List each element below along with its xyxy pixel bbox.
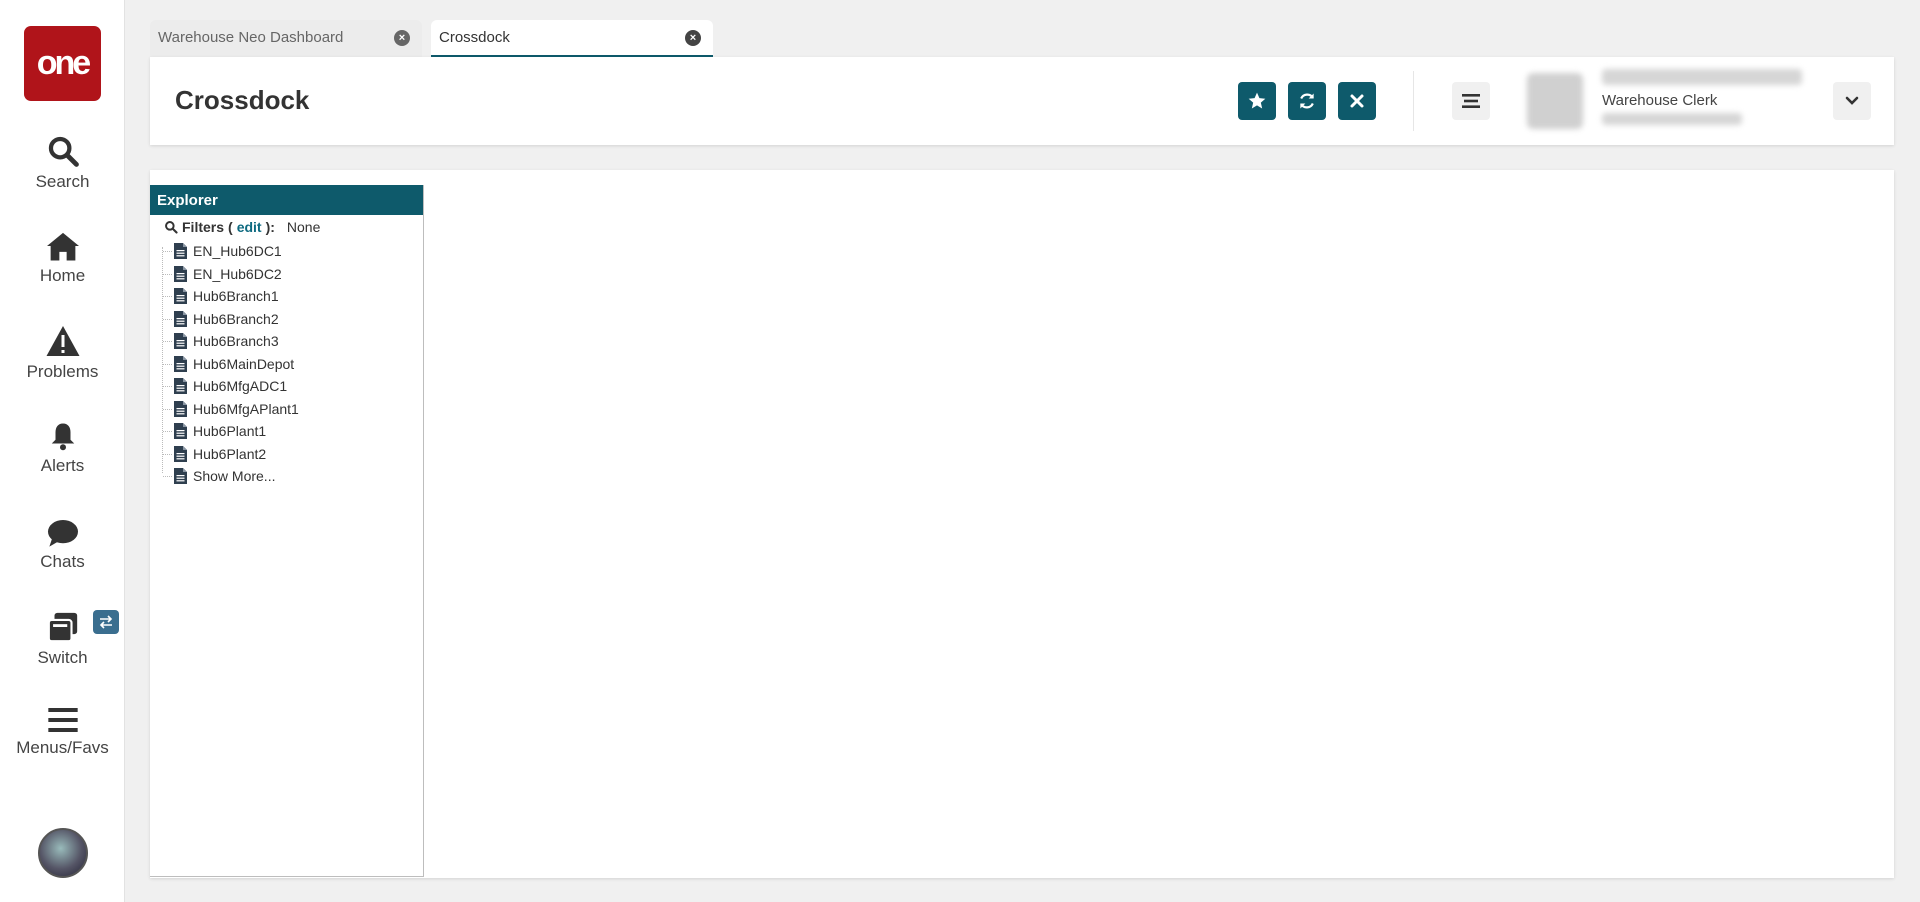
assistant-avatar[interactable] [38, 828, 88, 878]
tree-item[interactable]: Hub6Branch3 [163, 330, 279, 352]
filters-row: Filters (edit): None [164, 219, 320, 235]
switch-badge[interactable] [93, 610, 119, 634]
tree-item-label: Hub6Branch3 [193, 333, 279, 349]
nav-home[interactable]: Home [0, 230, 125, 286]
tree-guide [162, 247, 163, 473]
close-icon [1350, 94, 1364, 108]
left-sidebar: one Search Home Problems Alerts Chats Sw… [0, 0, 125, 902]
nav-search[interactable]: Search [0, 134, 125, 192]
tree-item-label: Hub6MfgAPlant1 [193, 400, 299, 417]
bell-icon [51, 423, 74, 451]
document-icon [174, 265, 187, 282]
nav-alerts[interactable]: Alerts [0, 420, 125, 476]
document-icon [174, 288, 187, 304]
document-icon [174, 468, 187, 484]
document-icon [174, 310, 187, 327]
hamburger-icon [1462, 94, 1480, 108]
refresh-button[interactable] [1288, 82, 1326, 120]
nav-search-label: Search [35, 172, 90, 191]
tree-item[interactable]: EN_Hub6DC1 [163, 240, 282, 262]
filters-edit-link[interactable]: edit [237, 219, 262, 235]
document-icon [174, 333, 187, 349]
tree-item-label: Hub6Branch2 [193, 310, 279, 327]
tree-item-label: Hub6Plant1 [193, 423, 267, 439]
tree-item[interactable]: Hub6MfgADC1 [162, 375, 288, 397]
filters-label: Filters [182, 219, 225, 235]
search-icon [165, 221, 178, 234]
tab-close-icon[interactable]: × [685, 30, 701, 46]
tree-item-label: Show More... [193, 468, 276, 484]
show-more-item[interactable]: Show More... [162, 465, 276, 487]
tab-label: Crossdock [439, 29, 510, 46]
tree-item-label: Hub6MfgADC1 [193, 378, 288, 394]
tree-item-label: EN_Hub6DC2 [193, 265, 282, 282]
user-role: Warehouse Clerk [1602, 92, 1718, 109]
explorer-title: Explorer [150, 185, 423, 215]
tree-item[interactable]: Hub6Branch2 [163, 308, 279, 330]
nav-problems[interactable]: Problems [0, 324, 125, 382]
user-menu-button[interactable] [1833, 82, 1871, 120]
tree-item[interactable]: Hub6Branch1 [163, 285, 279, 307]
nav-switch-label: Switch [37, 648, 88, 667]
home-icon [46, 232, 79, 261]
tree-item-label: Hub6Branch1 [193, 288, 279, 304]
header-divider [1413, 71, 1414, 131]
refresh-icon [1300, 93, 1314, 109]
nav-menus-favs-label: Menus/Favs [16, 738, 109, 757]
app-logo[interactable]: one [24, 26, 101, 101]
main-content: Explorer Filters (edit): None EN_Hub6DC1… [150, 170, 1894, 878]
document-icon [174, 243, 187, 259]
document-icon [174, 445, 187, 462]
chat-icon [47, 520, 78, 547]
document-icon [174, 355, 187, 372]
nav-chats-label: Chats [40, 552, 85, 571]
user-photo[interactable] [1527, 73, 1583, 129]
star-icon [1248, 92, 1266, 109]
nav-home-label: Home [39, 266, 86, 285]
page-title: Crossdock [175, 85, 310, 115]
nav-chats[interactable]: Chats [0, 518, 125, 572]
document-icon [174, 378, 187, 394]
chevron-down-icon [1845, 96, 1859, 105]
switch-icon [47, 612, 77, 643]
document-icon [174, 400, 187, 417]
page-header: Crossdock Warehouse Clerk [150, 57, 1894, 145]
tree-item[interactable]: Hub6Plant2 [162, 443, 267, 465]
tab-warehouse-neo-dashboard[interactable]: Warehouse Neo Dashboard × [150, 20, 422, 57]
tree-item-label: Hub6MainDepot [193, 355, 295, 372]
search-icon [48, 136, 79, 167]
filters-value: None [286, 219, 321, 235]
document-icon [174, 423, 187, 439]
tree-item[interactable]: Hub6Plant1 [162, 420, 267, 442]
swap-arrows-icon [99, 615, 113, 629]
tree-item[interactable]: Hub6MfgAPlant1 [163, 398, 299, 420]
tree-item[interactable]: EN_Hub6DC2 [163, 263, 282, 285]
close-page-button[interactable] [1338, 82, 1376, 120]
nav-alerts-label: Alerts [40, 456, 85, 475]
favorite-button[interactable] [1238, 82, 1276, 120]
warning-icon [46, 326, 79, 356]
tree-item-label: Hub6Plant2 [193, 445, 267, 462]
user-org-redacted [1602, 113, 1742, 125]
user-name-redacted [1602, 69, 1802, 85]
tab-crossdock[interactable]: Crossdock × [431, 20, 713, 57]
tab-label: Warehouse Neo Dashboard [158, 29, 344, 46]
explorer-panel: Explorer Filters (edit): None EN_Hub6DC1… [150, 185, 424, 877]
tab-close-icon[interactable]: × [394, 30, 410, 46]
tree-item[interactable]: Hub6MainDepot [162, 353, 295, 375]
nav-menus-favs[interactable]: Menus/Favs [0, 706, 125, 758]
tree-item-label: EN_Hub6DC1 [193, 243, 282, 259]
menu-icon [47, 708, 78, 732]
page-menu-button[interactable] [1452, 82, 1490, 120]
nav-problems-label: Problems [26, 362, 99, 381]
